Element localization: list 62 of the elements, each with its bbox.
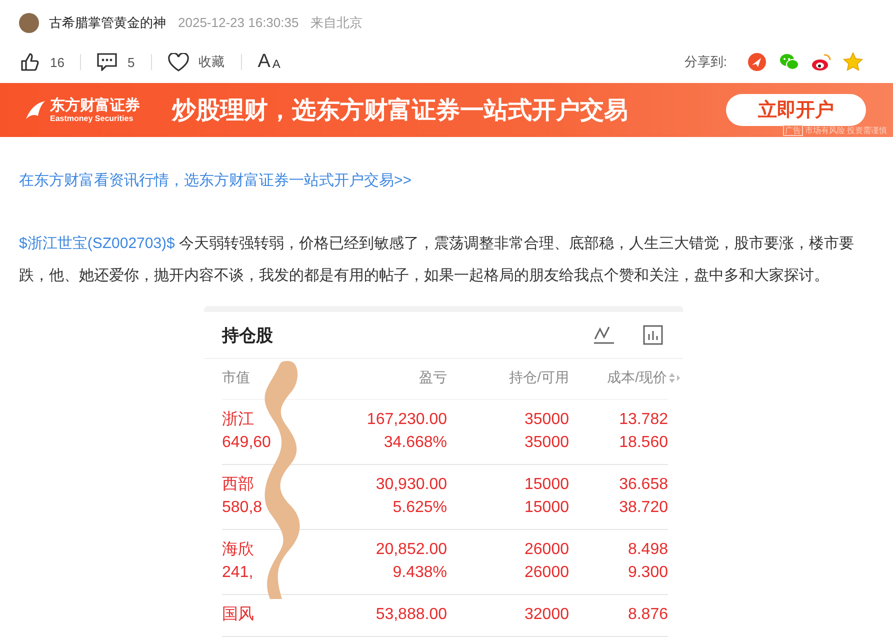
ad-disclaimer: 市场有风险 投资需谨慎: [804, 125, 887, 136]
table-cell-text: 35000: [524, 433, 569, 453]
table-cell-text: 15000: [524, 498, 569, 518]
table-cell-text: 36.658: [619, 475, 668, 495]
font-size-small[interactable]: A: [272, 57, 280, 72]
market-value: 649,60: [222, 433, 271, 453]
ad-slogan: 炒股理财，选东方财富证券一站式开户交易: [172, 96, 629, 126]
table-cell-text: 8.876: [628, 605, 668, 625]
table-cell-text: 26000: [524, 563, 569, 583]
table-cell-text: 32000: [524, 605, 569, 625]
avatar[interactable]: [19, 12, 39, 33]
market-value: 580,8: [222, 498, 262, 518]
table-cell-text: 15000: [524, 475, 569, 495]
table-cell-text: 9.300: [628, 563, 668, 583]
table-cell-text: 13.782: [619, 410, 668, 430]
table-cell-text: 18.560: [619, 433, 668, 453]
table-cell-text: 9.438%: [392, 563, 447, 583]
stock-name: 国风: [222, 605, 254, 625]
stock-name: 浙江: [222, 410, 254, 430]
stock-name: 西部: [222, 474, 254, 495]
author-name[interactable]: 古希腊掌管黄金的神: [49, 14, 166, 32]
table-cell-text: 26000: [524, 540, 569, 560]
stock-name: 海欣: [222, 540, 254, 560]
post-time: 2025-12-23 16:30:35: [178, 15, 299, 30]
post-text: $浙江世宝(SZ002703)$ 今天弱转强转弱，价格已经到敏感了，震荡调整非常合理、底部稳，人生三大错觉，股市要涨，楼市要跌，他、她还爱你，抛开内容不谈，我发的都是有用的帖子，如果一起格局的朋友给我点个赞和关注，盘中多和大家探讨。: [19, 234, 856, 286]
column-header: 持仓/可用: [508, 369, 569, 387]
ad-banner[interactable]: 东方财富证券 Eastmoney Securities 炒股理财，选东方财富证券一站式开户交易 立即开户 广告 市场有风险 投资需谨慎: [0, 82, 893, 137]
column-header: 盈亏: [418, 369, 447, 387]
heart-icon[interactable]: [168, 52, 189, 72]
table-cell-text: 167,230.00: [366, 410, 447, 430]
column-header[interactable]: 成本/现价: [569, 369, 680, 387]
circle-share-icon[interactable]: [747, 52, 767, 72]
open-account-button[interactable]: 立即开户: [726, 94, 866, 126]
market-value: 241,: [222, 563, 254, 583]
table-cell-text: 30,930.00: [376, 475, 447, 495]
table-cell-text: 34.668%: [384, 433, 447, 453]
column-header: 市值: [222, 369, 251, 387]
line-chart-icon[interactable]: [593, 325, 615, 345]
star-icon[interactable]: [843, 52, 863, 72]
table-cell-text: 5.625%: [392, 498, 447, 518]
comment-count[interactable]: 5: [127, 54, 135, 70]
table-cell-text: 38.720: [619, 498, 668, 518]
bar-chart-icon[interactable]: [643, 325, 663, 345]
brand-name: 东方财富证券: [50, 96, 140, 114]
comment-icon[interactable]: [97, 53, 118, 72]
like-count[interactable]: 16: [50, 54, 64, 70]
share-label: 分享到:: [684, 53, 727, 72]
favorite-label[interactable]: 收藏: [198, 53, 225, 72]
table-cell-text: 53,888.00: [376, 605, 447, 625]
font-size-large[interactable]: A: [258, 51, 270, 74]
like-icon[interactable]: [20, 52, 40, 72]
brand-name-english: Eastmoney Securities: [50, 114, 134, 123]
ad-tag: 广告: [782, 125, 803, 136]
promo-link[interactable]: 在东方财富看资讯行情，选东方财富证券一站式开户交易>>: [19, 171, 893, 190]
holdings-title: 持仓股: [222, 324, 273, 346]
table-cell-text: 8.498: [628, 540, 668, 560]
stock-link[interactable]: $浙江世宝(SZ002703)$: [19, 235, 175, 252]
table-cell-text: 35000: [524, 410, 569, 430]
post-location: 来自北京: [310, 14, 363, 32]
table-cell-text: 20,852.00: [376, 540, 447, 560]
bird-logo-icon[interactable]: [24, 98, 46, 121]
weibo-icon[interactable]: [811, 52, 831, 72]
